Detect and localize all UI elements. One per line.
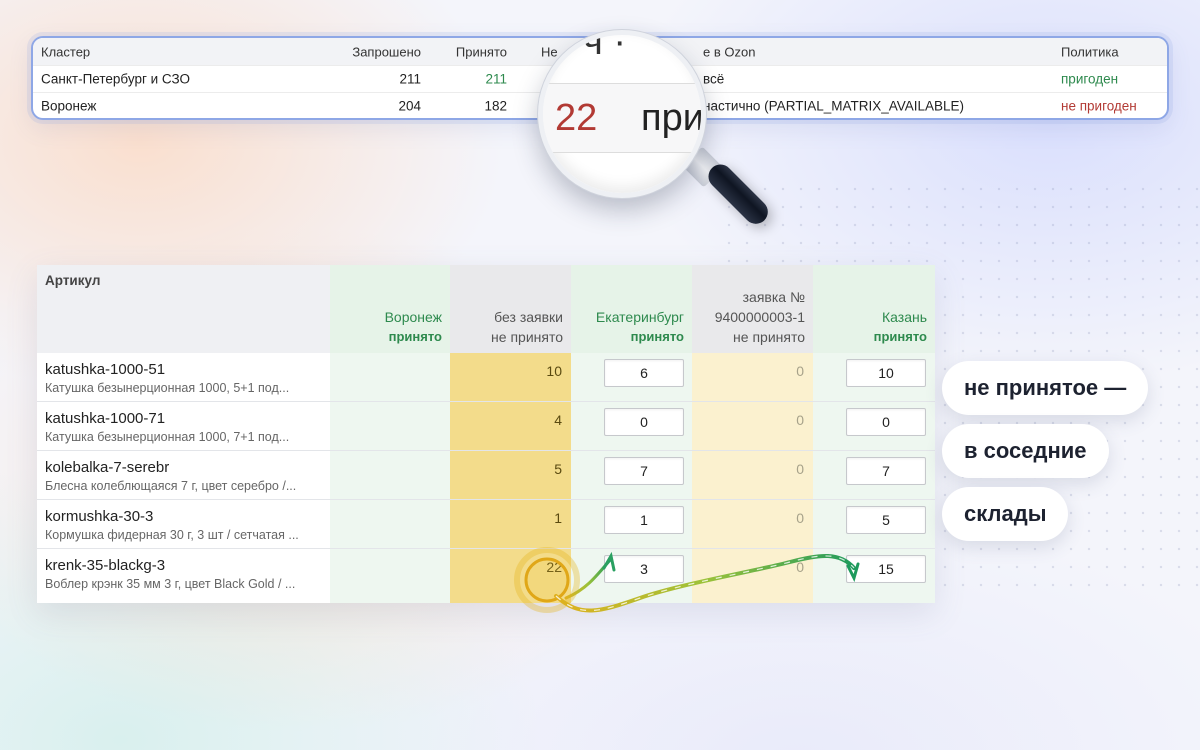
cluster-name: Санкт-Петербург и СЗО bbox=[41, 71, 191, 87]
header-article: Артикул bbox=[45, 273, 101, 288]
no-request-value: 4 bbox=[554, 412, 562, 428]
no-request-value: 22 bbox=[546, 559, 562, 575]
kazan-input[interactable]: 7 bbox=[846, 457, 926, 485]
header-accepted: Принято bbox=[455, 44, 507, 59]
article-description: Катушка безынерционная 1000, 7+1 под... bbox=[45, 430, 290, 444]
header-kazan-status: принято bbox=[873, 329, 927, 344]
header-ekaterinburg-status: принято bbox=[630, 329, 684, 344]
magnifier-text: при bbox=[641, 97, 704, 139]
header-voronezh-status: принято bbox=[388, 329, 442, 344]
article-code: kormushka-30-3 bbox=[45, 508, 154, 525]
article-code: katushka-1000-51 bbox=[45, 361, 166, 378]
article-code: katushka-1000-71 bbox=[45, 410, 166, 427]
kazan-input[interactable]: 5 bbox=[846, 506, 926, 534]
ekaterinburg-input[interactable]: 3 bbox=[604, 555, 684, 583]
request-value: 0 bbox=[796, 559, 804, 575]
header-request-name1: заявка № bbox=[742, 289, 805, 305]
magnifier-number: 22 bbox=[555, 97, 598, 139]
header-request-name2: 9400000003-1 bbox=[714, 309, 805, 325]
ekaterinburg-input[interactable]: 1 bbox=[604, 506, 684, 534]
header-no-request: без заявки не принято bbox=[450, 265, 571, 353]
header-ozon: е в Ozon bbox=[703, 44, 756, 59]
table-header: Артикул Воронеж принято без заявки не пр… bbox=[37, 265, 935, 353]
table-row: kolebalka-7-serebr Блесна колеблющаяся 7… bbox=[37, 451, 935, 500]
distribution-table: Артикул Воронеж принято без заявки не пр… bbox=[37, 265, 935, 603]
accepted-value: 182 bbox=[484, 98, 507, 114]
no-request-value: 10 bbox=[546, 363, 562, 379]
article-description: Блесна колеблющаяся 7 г, цвет серебро /.… bbox=[45, 479, 297, 493]
header-not-accepted: Не bbox=[541, 44, 558, 59]
header-cluster: Кластер bbox=[41, 44, 91, 59]
header-request-status: не принято bbox=[733, 329, 805, 345]
header-kazan: Казань принято bbox=[813, 265, 935, 353]
kazan-input[interactable]: 15 bbox=[846, 555, 926, 583]
callout-1: не принятое — bbox=[942, 361, 1149, 415]
article-description: Катушка безынерционная 1000, 5+1 под... bbox=[45, 381, 290, 395]
kazan-input[interactable]: 0 bbox=[846, 408, 926, 436]
ozon-status: настично (PARTIAL_MATRIX_AVAILABLE) bbox=[703, 98, 965, 114]
kazan-input[interactable]: 10 bbox=[846, 359, 926, 387]
request-value: 0 bbox=[796, 363, 804, 379]
callout-2: в соседние bbox=[942, 424, 1109, 478]
policy-status: пригоден bbox=[1061, 71, 1119, 87]
header-policy: Политика bbox=[1061, 44, 1119, 59]
ozon-status: всё bbox=[703, 71, 725, 87]
magnifier-icon: ч · 22 при bbox=[538, 30, 706, 198]
accepted-value: 211 bbox=[485, 71, 507, 87]
cluster-name: Воронеж bbox=[41, 98, 97, 114]
ekaterinburg-input[interactable]: 7 bbox=[604, 457, 684, 485]
callout-3: склады bbox=[942, 487, 1069, 541]
header-ekaterinburg-name: Екатеринбург bbox=[595, 309, 684, 325]
header-no-request-status: не принято bbox=[491, 329, 563, 345]
header-ekaterinburg: Екатеринбург принято bbox=[571, 265, 692, 353]
table-row: katushka-1000-51 Катушка безынерционная … bbox=[37, 353, 935, 402]
table-row: katushka-1000-71 Катушка безынерционная … bbox=[37, 402, 935, 451]
article-description: Воблер крэнк 35 мм 3 г, цвет Black Gold … bbox=[45, 577, 296, 591]
magnifier-top-text: ч · bbox=[583, 30, 627, 63]
request-value: 0 bbox=[796, 412, 804, 428]
requested-value: 211 bbox=[399, 71, 421, 87]
header-requested: Запрошено bbox=[352, 44, 421, 59]
ekaterinburg-input[interactable]: 6 bbox=[604, 359, 684, 387]
article-description: Кормушка фидерная 30 г, 3 шт / сетчатая … bbox=[45, 528, 299, 542]
header-kazan-name: Казань bbox=[881, 309, 927, 325]
requested-value: 204 bbox=[398, 98, 421, 114]
header-no-request-name: без заявки bbox=[494, 309, 563, 325]
table-row: kormushka-30-3 Кормушка фидерная 30 г, 3… bbox=[37, 500, 935, 549]
policy-status: не пригоден bbox=[1061, 98, 1137, 114]
header-request: заявка № 9400000003-1 не принято bbox=[692, 265, 813, 353]
article-code: krenk-35-blackg-3 bbox=[45, 557, 166, 574]
article-code: kolebalka-7-serebr bbox=[45, 459, 170, 476]
no-request-value: 1 bbox=[554, 510, 562, 526]
no-request-value: 5 bbox=[554, 461, 562, 477]
request-value: 0 bbox=[796, 510, 804, 526]
request-value: 0 bbox=[796, 461, 804, 477]
table-row: krenk-35-blackg-3 Воблер крэнк 35 мм 3 г… bbox=[37, 549, 935, 603]
header-voronezh: Воронеж принято bbox=[330, 265, 450, 353]
header-voronezh-name: Воронеж bbox=[384, 309, 442, 325]
ekaterinburg-input[interactable]: 0 bbox=[604, 408, 684, 436]
